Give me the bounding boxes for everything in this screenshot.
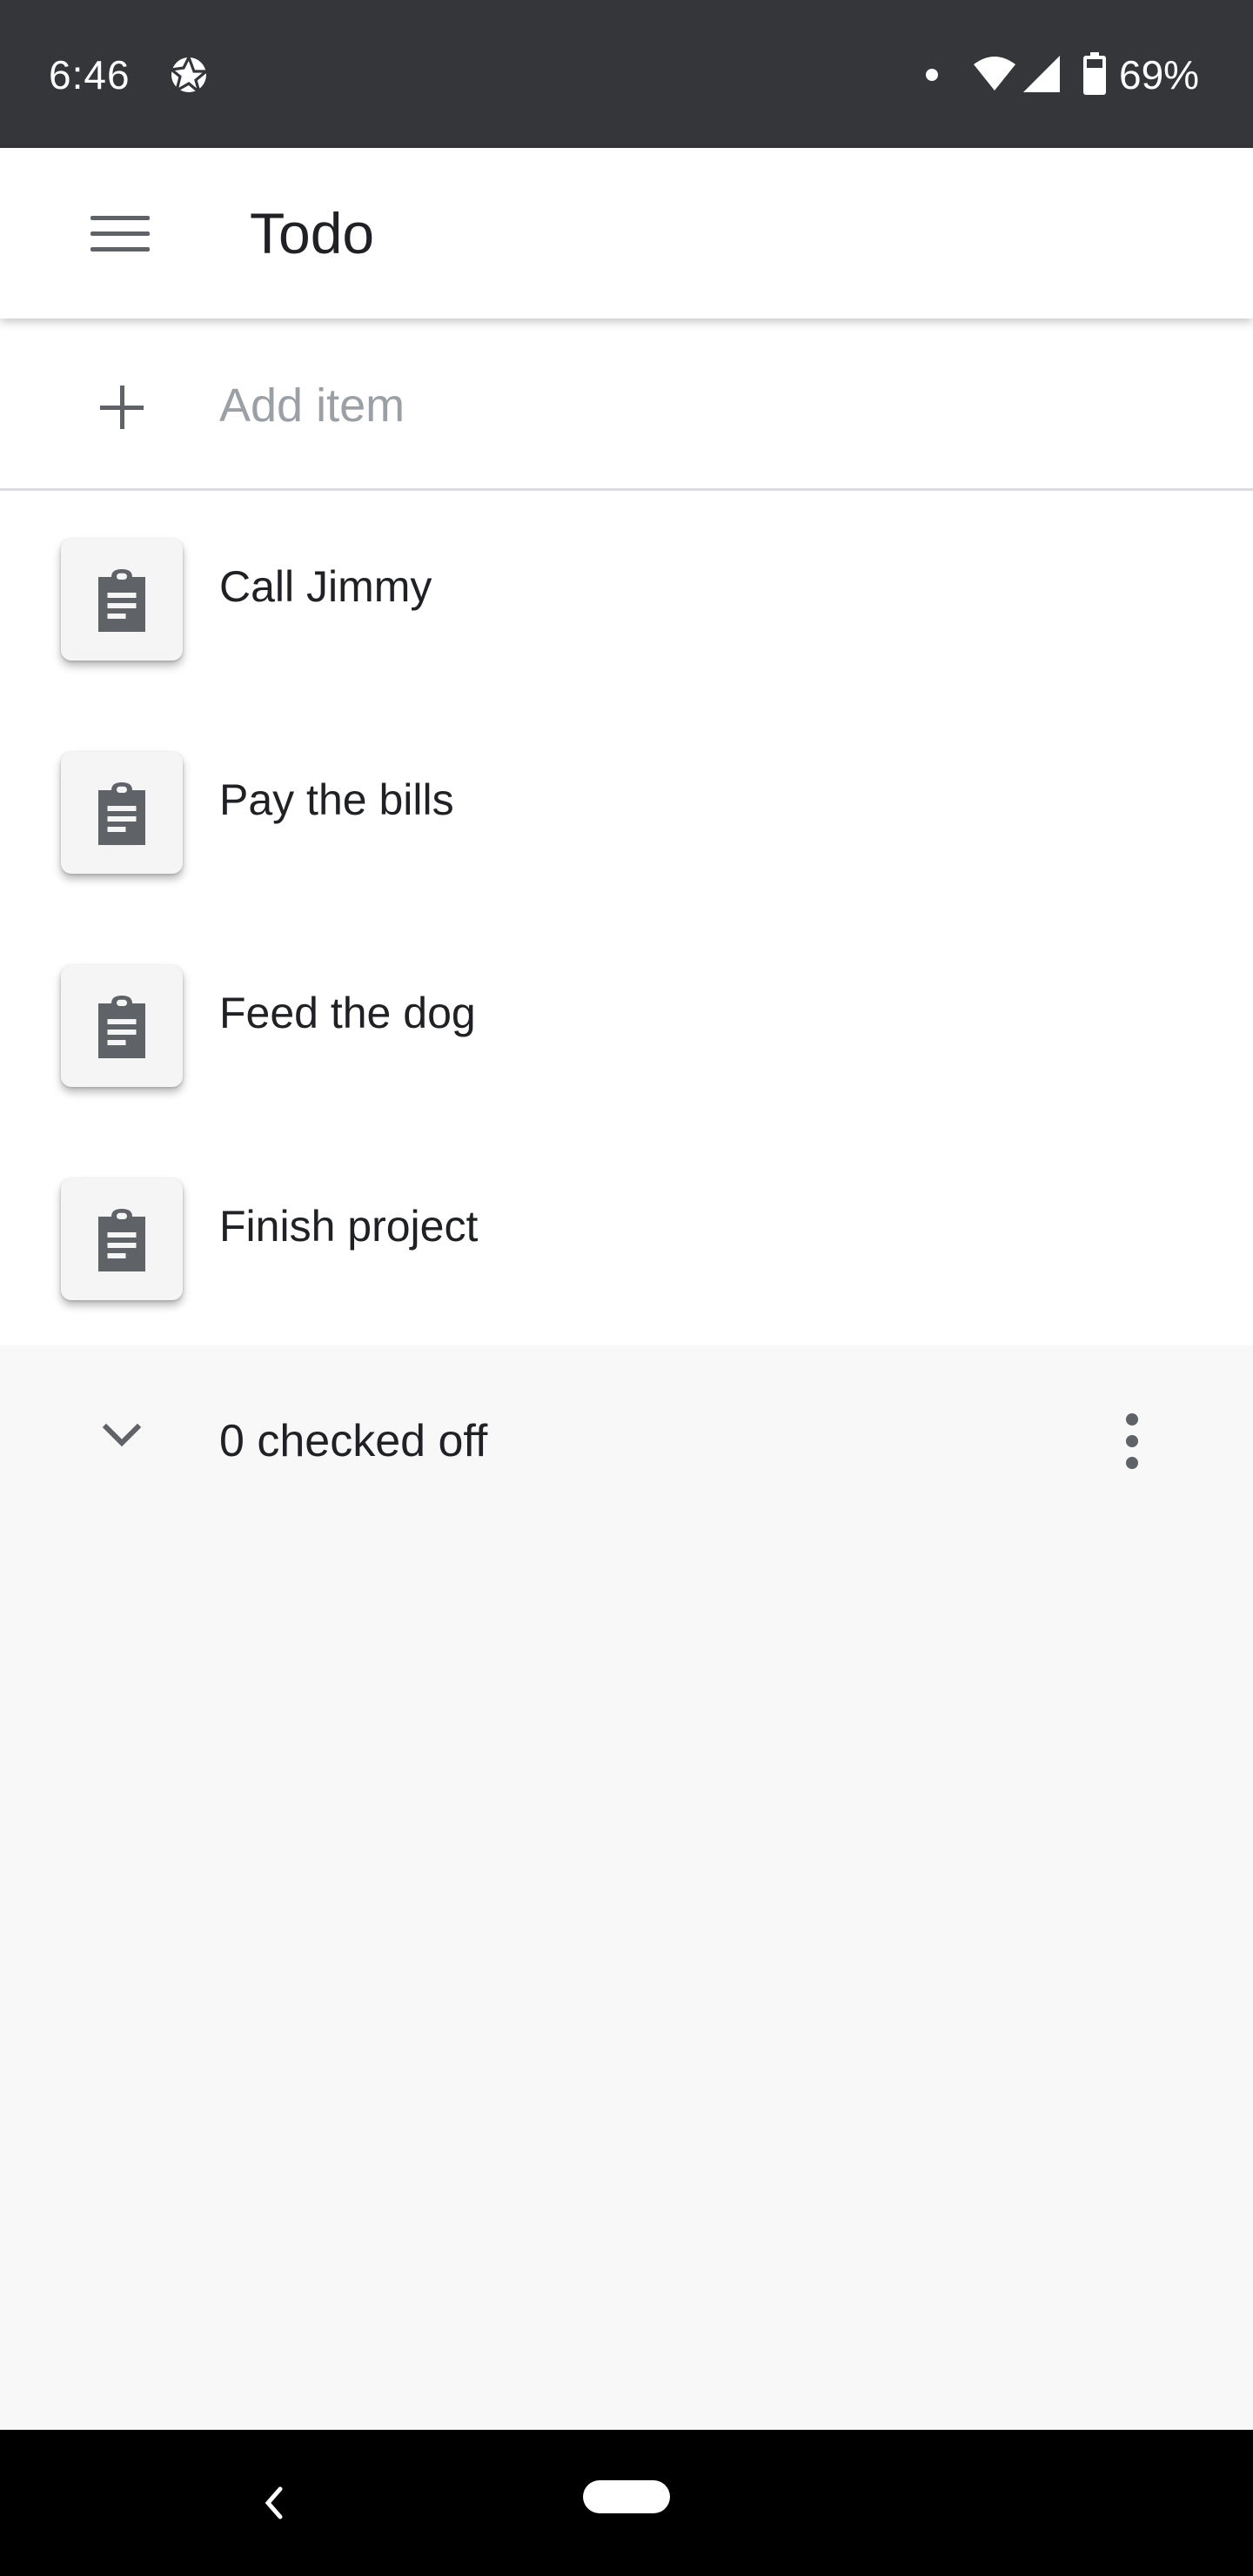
- back-icon[interactable]: [258, 2477, 289, 2529]
- add-item-input[interactable]: [219, 371, 1176, 440]
- wifi-icon: [974, 57, 1015, 91]
- list-item-label: Feed the dog: [219, 989, 476, 1037]
- list-item[interactable]: Call Jimmy: [0, 539, 1253, 752]
- todo-list: Call Jimmy Pay the bills Feed the dog Fi…: [0, 491, 1253, 1345]
- item-drag-handle[interactable]: [61, 752, 183, 874]
- list-item[interactable]: Feed the dog: [0, 965, 1253, 1178]
- clipboard-icon: [98, 569, 145, 632]
- clipboard-icon: [98, 1209, 145, 1271]
- status-time: 6:46: [49, 52, 131, 97]
- chevron-down-icon[interactable]: [97, 1420, 146, 1455]
- app-bar: Todo: [0, 148, 1253, 319]
- cell-signal-icon: [1023, 56, 1060, 92]
- checked-off-section: 0 checked off: [0, 1345, 1253, 1539]
- aperture-icon: [171, 57, 208, 94]
- list-item-label: Call Jimmy: [219, 562, 432, 611]
- list-item-label: Pay the bills: [219, 775, 454, 824]
- battery-percent: 69%: [1119, 52, 1200, 97]
- more-vert-icon[interactable]: [1122, 1412, 1142, 1471]
- add-item-row: [0, 319, 1253, 491]
- clipboard-icon: [98, 782, 145, 845]
- item-drag-handle[interactable]: [61, 1178, 183, 1300]
- menu-icon[interactable]: [90, 212, 150, 254]
- item-drag-handle[interactable]: [61, 539, 183, 661]
- status-bar: 6:46 69%: [0, 0, 1253, 148]
- plus-icon[interactable]: [97, 383, 146, 432]
- system-nav-bar: [0, 2430, 1253, 2576]
- list-item[interactable]: Pay the bills: [0, 752, 1253, 965]
- list-item-label: Finish project: [219, 1202, 479, 1251]
- item-drag-handle[interactable]: [61, 965, 183, 1087]
- battery-icon: [1083, 52, 1106, 95]
- home-pill-icon[interactable]: [583, 2480, 670, 2513]
- clipboard-icon: [98, 996, 145, 1058]
- page-title: Todo: [250, 201, 375, 265]
- screen: 6:46 69% Todo Add item Call Jimmy Pay th…: [0, 0, 1253, 2576]
- notification-dot-icon: [926, 69, 938, 81]
- checked-off-label: 0 checked off: [219, 1416, 488, 1466]
